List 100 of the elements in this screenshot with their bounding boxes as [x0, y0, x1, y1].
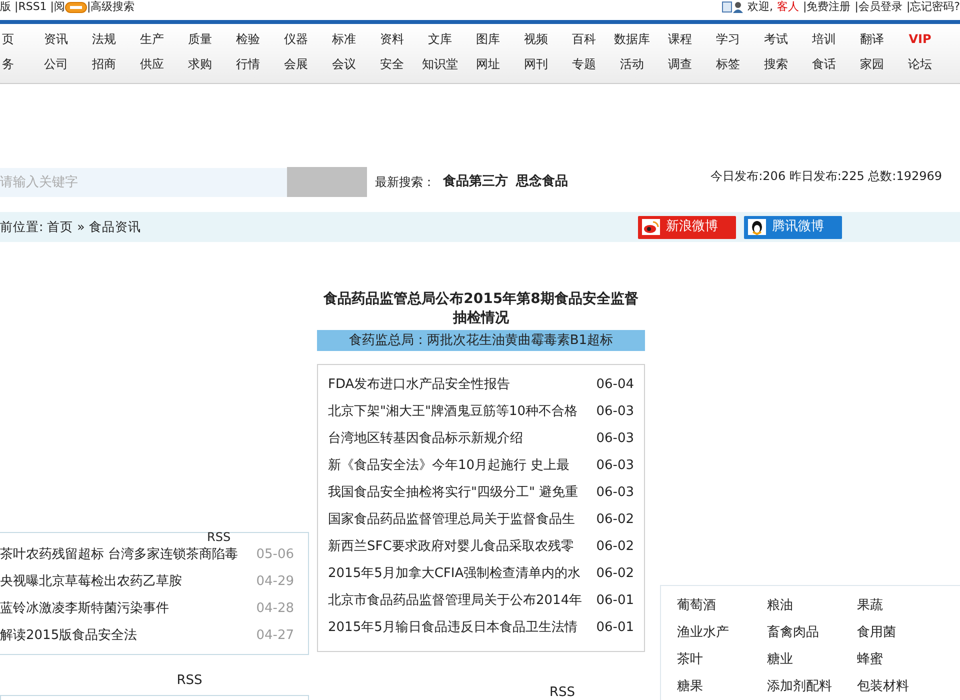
news-title[interactable]: 蓝铃冰激凌李斯特菌污染事件 [0, 595, 169, 622]
account-link[interactable]: |会员登录 [854, 0, 902, 14]
user-icon [722, 1, 744, 13]
nav-link[interactable]: 学习 [704, 30, 752, 49]
nav-link[interactable]: 会议 [320, 55, 368, 74]
account-link[interactable]: |免费注册 [803, 0, 851, 14]
category-link[interactable]: 包装材料 [857, 673, 947, 700]
nav-link[interactable]: 标准 [320, 30, 368, 49]
nav-link[interactable]: 安全 [368, 55, 416, 74]
nav-link[interactable]: 百科 [560, 30, 608, 49]
nav-link[interactable]: 仪器 [272, 30, 320, 49]
news-date: 06-03 [596, 403, 634, 421]
welcome-text: 欢迎, [748, 0, 774, 14]
nav-link[interactable]: 网址 [464, 55, 512, 74]
category-link[interactable]: 蜂蜜 [857, 646, 947, 673]
category-link[interactable]: 糖果 [677, 673, 767, 700]
recent-search-link[interactable]: 思念食品 [516, 172, 568, 192]
advanced-search-link[interactable]: |高级搜索 [87, 0, 135, 14]
category-link[interactable]: 果蔬 [857, 592, 947, 619]
news-date: 06-02 [596, 538, 634, 556]
nav-link[interactable]: 法规 [80, 30, 128, 49]
nav-link[interactable]: 供应 [128, 55, 176, 74]
category-link[interactable]: 粮油 [767, 592, 857, 619]
nav-link[interactable]: 页 [0, 30, 32, 49]
rss-label[interactable]: RSS [207, 530, 231, 544]
top-links[interactable]: 版 |RSS1 |阅 [0, 0, 66, 14]
news-title[interactable]: 央视曝北京草莓检出农药乙草胺 [0, 568, 182, 595]
nav-link[interactable]: 求购 [176, 55, 224, 74]
nav-link[interactable]: 务 [0, 55, 32, 74]
news-title[interactable]: FDA发布进口水产品安全性报告 [328, 371, 510, 398]
account-link[interactable]: |忘记密码? [906, 0, 960, 14]
news-title[interactable]: 台湾地区转基因食品标示新规介绍 [328, 425, 523, 452]
news-title[interactable]: 解读2015版食品安全法 [0, 622, 138, 649]
category-link[interactable]: 渔业水产 [677, 619, 767, 646]
news-date: 04-27 [256, 627, 294, 645]
headline[interactable]: 食品药品监管总局公布2015年第8期食品安全监督抽检情况 [317, 290, 645, 328]
news-date: 06-03 [596, 457, 634, 475]
nav-link[interactable]: 翻译 [848, 30, 896, 49]
nav-link[interactable]: 数据库 [608, 30, 656, 49]
share-button[interactable]: 腾讯微博 [744, 216, 842, 238]
nav-link[interactable]: 搜索 [752, 55, 800, 74]
news-title[interactable]: 新西兰SFC要求政府对婴儿食品采取农残零 [328, 533, 574, 560]
nav-link[interactable]: 标签 [704, 55, 752, 74]
nav-link[interactable]: 生产 [128, 30, 176, 49]
nav-link[interactable]: 行情 [224, 55, 272, 74]
news-title[interactable]: 2015年5月加拿大CFIA强制检查清单内的水 [328, 560, 581, 587]
nav-link[interactable]: 论坛 [896, 55, 944, 74]
nav-link[interactable]: 招商 [80, 55, 128, 74]
subheadline[interactable]: 食药监总局：两批次花生油黄曲霉毒素B1超标 [317, 330, 645, 351]
news-title[interactable]: 国家食品药品监督管理总局关于监督食品生 [328, 506, 575, 533]
category-link[interactable]: 茶叶 [677, 646, 767, 673]
rss-label[interactable]: RSS [70, 671, 309, 690]
nav-link[interactable]: 调查 [656, 55, 704, 74]
category-link[interactable]: 糖业 [767, 646, 857, 673]
recent-search-link[interactable]: 食品第三方 [443, 172, 508, 192]
news-title[interactable]: 新《食品安全法》今年10月起施行 史上最 [328, 452, 570, 479]
nav-link[interactable]: VIP [896, 30, 944, 49]
news-date: 06-01 [596, 619, 634, 637]
nav-link[interactable]: 网刊 [512, 55, 560, 74]
nav-link[interactable]: 资料 [368, 30, 416, 49]
nav-link[interactable]: 培训 [800, 30, 848, 49]
guest-name: 客人 [777, 0, 800, 14]
nav-link[interactable]: 公司 [32, 55, 80, 74]
nav-link[interactable]: 视频 [512, 30, 560, 49]
category-link[interactable]: 畜禽肉品 [767, 619, 857, 646]
nav-link[interactable]: 食话 [800, 55, 848, 74]
nav-link[interactable]: 资讯 [32, 30, 80, 49]
rss-label[interactable]: RSS [317, 683, 645, 700]
nav-link[interactable]: 会展 [272, 55, 320, 74]
nav-link[interactable]: 质量 [176, 30, 224, 49]
nav-link[interactable]: 活动 [608, 55, 656, 74]
subscribe-icon[interactable] [65, 2, 88, 12]
category-link[interactable]: 食用菌 [857, 619, 947, 646]
recent-search-label: 最新搜索： [375, 174, 435, 191]
news-date: 06-03 [596, 430, 634, 448]
news-date: 05-06 [256, 546, 294, 564]
news-title[interactable]: 北京下架"湘大王"牌酒鬼豆筋等10种不合格 [328, 398, 578, 425]
news-date: 06-03 [596, 484, 634, 502]
news-title[interactable]: 北京市食品药品监督管理局关于公布2014年 [328, 587, 582, 614]
news-date: 06-02 [596, 565, 634, 583]
nav-link[interactable]: 课程 [656, 30, 704, 49]
news-title[interactable]: 我国食品安全抽检将实行"四级分工" 避免重 [328, 479, 578, 506]
nav-link[interactable]: 考试 [752, 30, 800, 49]
breadcrumb-text: 前位置: 首页 » 食品资讯 [0, 218, 141, 236]
news-title[interactable]: 2015年5月输日食品违反日本食品卫生法情 [328, 614, 578, 641]
nav-link[interactable]: 文库 [416, 30, 464, 49]
news-date: 06-02 [596, 511, 634, 529]
nav-link[interactable]: 检验 [224, 30, 272, 49]
news-date: 06-04 [596, 376, 634, 394]
news-title[interactable]: 茶叶农药残留超标 台湾多家连锁茶商陷毒 [0, 541, 238, 568]
search-field[interactable]: 请输入关键字 [0, 168, 287, 196]
nav-link[interactable]: 图库 [464, 30, 512, 49]
nav-link[interactable]: 知识堂 [416, 55, 464, 74]
category-link[interactable]: 葡萄酒 [677, 592, 767, 619]
news-date: 04-28 [256, 600, 294, 618]
category-link[interactable]: 添加剂配料 [767, 673, 857, 700]
share-button[interactable]: 新浪微博 [638, 216, 736, 238]
nav-link[interactable]: 家园 [848, 55, 896, 74]
news-date: 06-01 [596, 592, 634, 610]
nav-link[interactable]: 专题 [560, 55, 608, 74]
